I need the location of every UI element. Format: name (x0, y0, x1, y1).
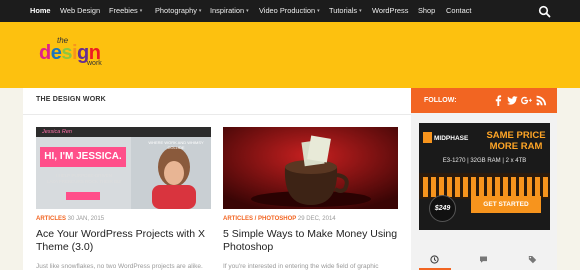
nav-item-shop[interactable]: Shop (418, 0, 435, 22)
thumbnail-cta (66, 192, 100, 200)
post-thumbnail-graphic (223, 127, 398, 209)
clock-icon (430, 255, 439, 264)
nav-label: WordPress (372, 6, 409, 15)
post-meta: ARTICLES / PHOTOSHOP 29 DEC, 2014 (223, 216, 336, 222)
post-category[interactable]: ARTICLES (36, 216, 66, 222)
ad-host-name: MIDPHASE (434, 135, 469, 142)
nav-item-video-production[interactable]: Video Production ▾ (259, 0, 320, 22)
follow-label: FOLLOW: (424, 97, 457, 104)
thumbnail-tagline: WHERE WORK AND WHIMSY COLLIDE (148, 140, 204, 150)
post-category[interactable]: ARTICLES (223, 216, 253, 222)
post-meta: ARTICLES 30 JAN, 2015 (36, 216, 104, 222)
ad-headline-line: SAME PRICE (486, 130, 546, 141)
post-excerpt: Just like snowflakes, no two WordPress p… (36, 263, 203, 270)
ad-headline-line: MORE RAM (489, 140, 543, 152)
ad-get-started-button[interactable]: GET STARTED (471, 196, 541, 213)
nav-item-home[interactable]: Home (30, 0, 51, 22)
ad-headline: SAME PRICE MORE RAM (485, 130, 547, 152)
google-plus-icon[interactable] (521, 95, 532, 106)
tags-icon (528, 256, 537, 264)
chevron-down-icon: ▾ (246, 8, 249, 14)
chevron-down-icon: ▾ (359, 8, 362, 14)
post-title[interactable]: 5 Simple Ways to Make Money Using Photos… (223, 228, 403, 254)
post-date: 29 DEC, 2014 (297, 216, 336, 222)
ad-spec: E3-1270 | 32GB RAM | 2 x 4TB (442, 158, 527, 164)
nav-item-inspiration[interactable]: Inspiration ▾ (210, 0, 249, 22)
logo-letter: e (50, 42, 62, 64)
nav-label: Inspiration (210, 6, 245, 15)
logo-letter: d (39, 42, 51, 64)
tab-comments[interactable] (460, 250, 508, 270)
sidebar-ad[interactable]: MIDPHASE SAME PRICE MORE RAM E3-1270 | 3… (419, 123, 550, 230)
post-thumbnail[interactable]: Jessica Ren WHERE WORK AND WHIMSY COLLID… (36, 127, 211, 209)
ad-price: $249 (429, 195, 456, 222)
nav-item-freebies[interactable]: Freebies ▾ (109, 0, 142, 22)
logo-work-text: work (87, 60, 102, 67)
chevron-down-icon: ▾ (139, 8, 143, 14)
post-category[interactable]: PHOTOSHOP (258, 216, 296, 222)
nav-item-contact[interactable]: Contact (446, 0, 471, 22)
thumbnail-tag: I HELP PURPOSE-DRIVEN LADYPRENEURS ROCK … (47, 173, 121, 184)
nav-item-wordpress[interactable]: WordPress (372, 0, 408, 22)
nav-label: Freebies (109, 6, 138, 15)
logo-letter: s (61, 42, 72, 64)
sidebar-tabs (411, 250, 557, 270)
nav-label: Home (30, 6, 51, 15)
thumbnail-greeting: HI, I'M JESSICA. (40, 147, 126, 167)
top-nav: Home Web Design Freebies ▾ Photography ▾ I… (0, 0, 580, 22)
tab-recent[interactable] (411, 250, 459, 270)
midphase-logo-icon (423, 132, 432, 143)
post-thumbnail[interactable] (223, 127, 398, 209)
section-title: THE DESIGN WORK (36, 96, 106, 103)
nav-item-web-design[interactable]: Web Design (60, 0, 100, 22)
nav-label: Video Production (259, 6, 316, 15)
nav-item-photography[interactable]: Photography ▾ (155, 0, 201, 22)
nav-item-tutorials[interactable]: Tutorials ▾ (329, 0, 362, 22)
divider (23, 114, 411, 115)
nav-label: Web Design (60, 6, 101, 15)
nav-label: Shop (418, 6, 436, 15)
chevron-down-icon: ▾ (198, 8, 202, 14)
post-title[interactable]: Ace Your WordPress Projects with X Theme… (36, 228, 216, 254)
post-date: 30 JAN, 2015 (67, 216, 105, 222)
post-excerpt: If you're interested in entering the wid… (223, 263, 379, 270)
tab-tags[interactable] (509, 250, 557, 270)
thumbnail-brand: Jessica Ren (42, 129, 72, 135)
facebook-icon[interactable] (493, 95, 504, 106)
nav-label: Photography (155, 6, 197, 15)
comment-icon (480, 256, 487, 263)
chevron-down-icon: ▾ (317, 8, 320, 14)
rss-icon[interactable] (536, 95, 547, 106)
nav-label: Contact (446, 6, 472, 15)
search-icon[interactable] (538, 5, 551, 18)
nav-label: Tutorials (329, 6, 358, 15)
twitter-icon[interactable] (507, 95, 518, 106)
site-logo[interactable]: the design work (37, 36, 113, 72)
